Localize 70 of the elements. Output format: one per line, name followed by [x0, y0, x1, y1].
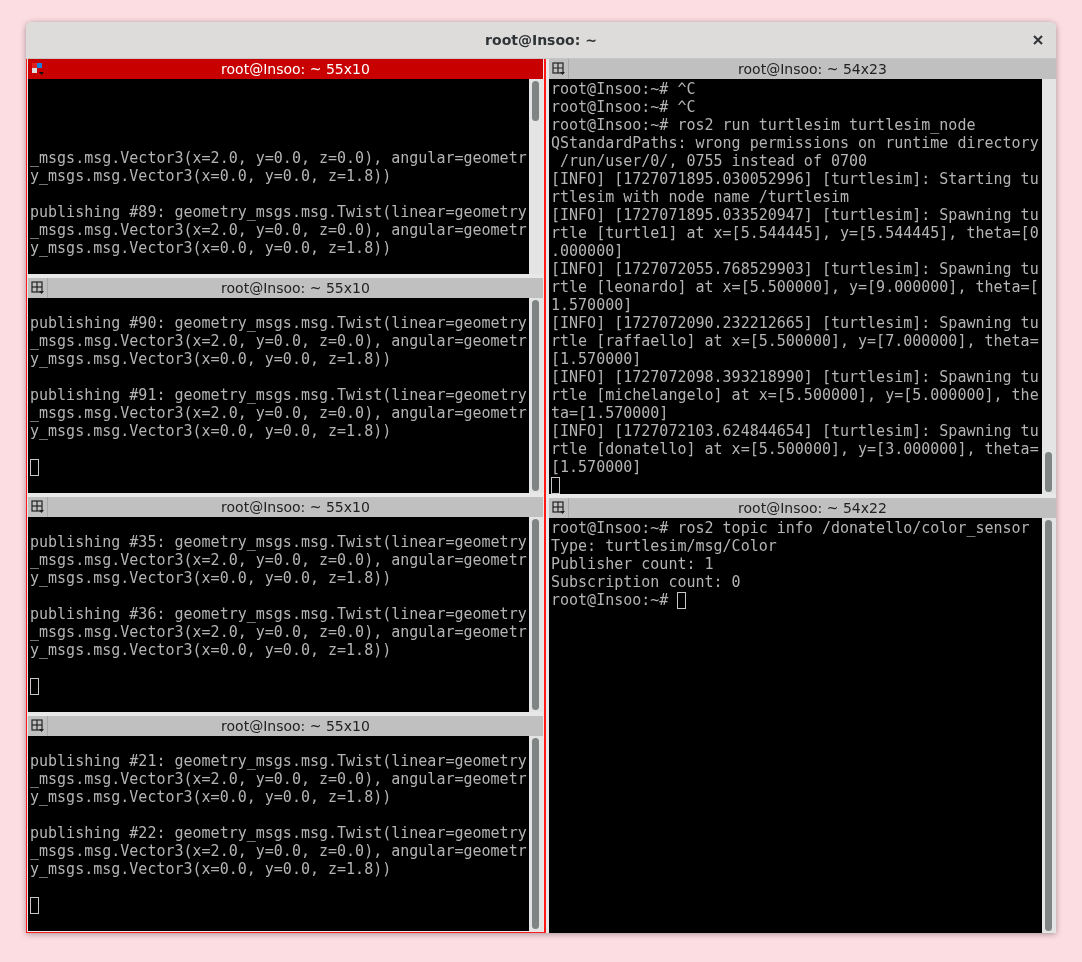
terminal-line: y_msgs.msg.Vector3(x=0.0, y=0.0, z=1.8))	[30, 350, 392, 368]
terminal-line: [INFO] [1727072090.232212665] [turtlesim]: Spawning tu	[551, 314, 1039, 332]
terminal-line: [INFO] [1727072055.768529903] [turtlesim]: Spawning tu	[551, 260, 1039, 278]
scrollbar[interactable]	[529, 736, 543, 931]
pane-title: root@Insoo: ~ 54x23	[737, 61, 888, 77]
terminal-line: publishing #35: geometry_msgs.msg.Twist(linear=geometry	[30, 533, 527, 551]
terminal-line: y_msgs.msg.Vector3(x=0.0, y=0.0, z=1.8))	[30, 641, 392, 659]
terminal-line: publishing #21: geometry_msgs.msg.Twist(linear=geometry	[30, 752, 527, 770]
window-title: root@Insoo: ~	[485, 32, 597, 48]
scrollbar-thumb[interactable]	[1045, 452, 1052, 492]
terminal-line: QStandardPaths: wrong permissions on runtime directory	[551, 134, 1039, 152]
scrollbar[interactable]	[1042, 518, 1056, 933]
terminal-line: publishing #89: geometry_msgs.msg.Twist(linear=geometry	[30, 203, 527, 221]
terminal-line: publishing #91: geometry_msgs.msg.Twist(linear=geometry	[30, 386, 527, 404]
terminal-line: y_msgs.msg.Vector3(x=0.0, y=0.0, z=1.8))	[30, 167, 392, 185]
terminal-line: _msgs.msg.Vector3(x=2.0, y=0.0, z=0.0), angular=geometr	[30, 221, 527, 239]
pane-title: root@Insoo: ~ 54x22	[737, 500, 888, 516]
terminal-line: [INFO] [1727072098.393218990] [turtlesim]: Spawning tu	[551, 368, 1039, 386]
terminal-line: [1.570000]	[551, 350, 642, 368]
pane-title: root@Insoo: ~ 55x10	[220, 499, 371, 515]
terminal-line: _msgs.msg.Vector3(x=2.0, y=0.0, z=0.0), angular=geometr	[30, 770, 527, 788]
terminal-line: ta=[1.570000]	[551, 404, 669, 422]
pane-title: root@Insoo: ~ 55x10	[220, 718, 371, 734]
terminal-line: [INFO] [1727072103.624844654] [turtlesim]: Spawning tu	[551, 422, 1039, 440]
terminal-line: _msgs.msg.Vector3(x=2.0, y=0.0, z=0.0), angular=geometr	[30, 149, 527, 167]
terminal-line: root@Insoo:~# ros2 run turtlesim turtlesim_node	[551, 116, 976, 134]
terminal-line: _msgs.msg.Vector3(x=2.0, y=0.0, z=0.0), angular=geometr	[30, 623, 527, 641]
terminal-line: .000000]	[551, 242, 624, 260]
shell-prompt: root@Insoo:~#	[551, 591, 669, 609]
terminal-line: rtle [raffaello] at x=[5.500000], y=[7.000000], theta=	[551, 332, 1039, 350]
scrollbar-thumb[interactable]	[1045, 520, 1052, 931]
terminal-line: 1.570000]	[551, 296, 633, 314]
terminal-line: y_msgs.msg.Vector3(x=0.0, y=0.0, z=1.8))	[30, 422, 392, 440]
terminal-line: [1.570000]	[551, 458, 642, 476]
scrollbar[interactable]	[529, 79, 543, 274]
terminal-line: Publisher count: 1	[551, 555, 714, 573]
terminal-line: rtle [leonardo] at x=[5.500000], y=[9.000000], theta=[	[551, 278, 1039, 296]
terminal-line: _msgs.msg.Vector3(x=2.0, y=0.0, z=0.0), angular=geometr	[30, 842, 527, 860]
terminal-line: [INFO] [1727071895.030052996] [turtlesim]: Starting tu	[551, 170, 1039, 188]
scrollbar-thumb[interactable]	[532, 738, 539, 929]
scrollbar-thumb[interactable]	[532, 81, 539, 121]
terminal-line: y_msgs.msg.Vector3(x=0.0, y=0.0, z=1.8))	[30, 788, 392, 806]
terminal-line: rtlesim with node name /turtlesim	[551, 188, 849, 206]
terminal-line: _msgs.msg.Vector3(x=2.0, y=0.0, z=0.0), angular=geometr	[30, 551, 527, 569]
scrollbar-thumb[interactable]	[532, 300, 539, 491]
terminal-line: y_msgs.msg.Vector3(x=0.0, y=0.0, z=1.8))	[30, 569, 392, 587]
terminal-line: root@Insoo:~# ^C	[551, 80, 696, 98]
scrollbar[interactable]	[529, 298, 543, 493]
terminal-line: _msgs.msg.Vector3(x=2.0, y=0.0, z=0.0), angular=geometr	[30, 404, 527, 422]
terminal-line: rtle [turtle1] at x=[5.544445], y=[5.544445], theta=[0	[551, 224, 1039, 242]
terminal-line: [INFO] [1727071895.033520947] [turtlesim]: Spawning tu	[551, 206, 1039, 224]
terminal-line: y_msgs.msg.Vector3(x=0.0, y=0.0, z=1.8))	[30, 239, 392, 257]
terminal-line: root@Insoo:~# ros2 topic info /donatello/color_sensor	[551, 519, 1030, 537]
close-icon[interactable]	[1032, 34, 1044, 46]
scrollbar-thumb[interactable]	[532, 519, 539, 710]
terminal-line: root@Insoo:~# ^C	[551, 98, 696, 116]
terminal-line: Type: turtlesim/msg/Color	[551, 537, 777, 555]
terminal-line: publishing #36: geometry_msgs.msg.Twist(linear=geometry	[30, 605, 527, 623]
terminal-line: rtle [donatello] at x=[5.500000], y=[3.000000], theta=	[551, 440, 1039, 458]
terminal-line: rtle [michelangelo] at x=[5.500000], y=[5.000000], the	[551, 386, 1039, 404]
terminal-line: _msgs.msg.Vector3(x=2.0, y=0.0, z=0.0), angular=geometr	[30, 332, 527, 350]
scrollbar[interactable]	[1042, 79, 1056, 494]
terminal-line: publishing #90: geometry_msgs.msg.Twist(linear=geometry	[30, 314, 527, 332]
terminal-line: /run/user/0/, 0755 instead of 0700	[559, 152, 868, 170]
terminal-line: publishing #22: geometry_msgs.msg.Twist(linear=geometry	[30, 824, 527, 842]
terminal-line: Subscription count: 0	[551, 573, 741, 591]
pane-title: root@Insoo: ~ 55x10	[220, 280, 371, 296]
scrollbar[interactable]	[529, 517, 543, 712]
pane-title: root@Insoo: ~ 55x10	[220, 61, 371, 77]
terminal-line: y_msgs.msg.Vector3(x=0.0, y=0.0, z=1.8))	[30, 860, 392, 878]
